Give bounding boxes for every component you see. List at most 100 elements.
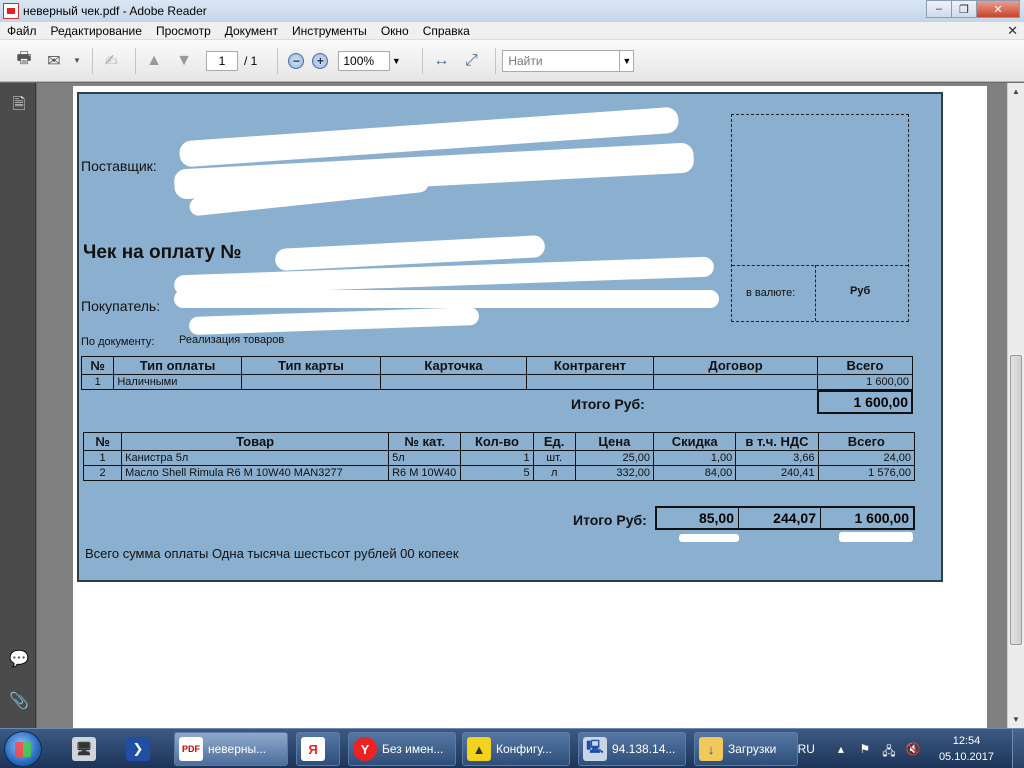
page-number-input[interactable]: 1 [206, 50, 238, 71]
previous-page-icon[interactable]: ▲ [142, 49, 166, 73]
col-header: Товар [121, 432, 390, 451]
col-header: Контрагент [525, 356, 655, 375]
table-cell: 240,41 [735, 465, 819, 481]
network-icon[interactable]: 🖧 [881, 742, 897, 758]
language-indicator[interactable]: RU [798, 742, 815, 756]
table-cell: 1 576,00 [817, 465, 916, 481]
toolbar-separator [277, 47, 279, 74]
clock[interactable]: 12:54 05.10.2017 [939, 733, 994, 765]
col-header: Договор [653, 356, 818, 375]
start-button[interactable] [4, 731, 42, 767]
zoom-in-icon[interactable]: + [312, 52, 329, 69]
currency-value: Руб [850, 285, 871, 297]
col-header: Цена [574, 432, 655, 451]
goods-totals-box: 85,00 244,07 1 600,00 [655, 506, 915, 530]
zoom-dropdown-icon[interactable]: ▼ [390, 51, 402, 71]
show-desktop-button[interactable] [1012, 729, 1024, 768]
find-dropdown-icon[interactable]: ▼ [620, 49, 635, 72]
amount-in-words: Всего сумма оплаты Одна тысяча шестьсот … [85, 546, 459, 561]
menu-file[interactable]: Файл [0, 24, 44, 38]
menu-window[interactable]: Окно [374, 24, 416, 38]
redaction-mark [679, 534, 739, 542]
share-icon[interactable]: ✉ [42, 49, 66, 73]
payment-table: № Тип оплаты Тип карты Карточка Контраге… [80, 356, 914, 390]
print-icon[interactable]: 🖶 [12, 49, 36, 73]
menu-edit[interactable]: Редактирование [44, 24, 149, 38]
pdf-app-icon [3, 3, 19, 19]
document-view[interactable]: Поставщик: Чек на оплату № Покупатель: П… [37, 83, 1007, 728]
menu-view[interactable]: Просмотр [149, 24, 218, 38]
next-page-icon[interactable]: ▼ [172, 49, 196, 73]
col-header: Всего [817, 432, 916, 451]
scroll-down-arrow-icon[interactable]: ▼ [1008, 711, 1024, 728]
scroll-up-arrow-icon[interactable]: ▲ [1008, 83, 1024, 100]
table-cell [380, 374, 527, 390]
table-cell: 5л [388, 450, 462, 466]
payment-total-label: Итого Руб: [571, 396, 645, 412]
fit-width-icon[interactable]: ↔ [429, 49, 453, 73]
find-input[interactable]: Найти [502, 49, 621, 72]
clock-time: 12:54 [952, 735, 981, 747]
table-cell: 5 [460, 465, 534, 481]
col-header: Скидка [652, 432, 737, 451]
attachments-icon[interactable]: 📎 [9, 691, 29, 713]
toolbar-separator [495, 47, 497, 74]
title-bar: неверный чек.pdf - Adobe Reader – ❐ ✕ [0, 0, 1024, 22]
zoom-out-icon[interactable]: − [288, 52, 305, 69]
document-close-icon[interactable]: ✕ [1007, 23, 1018, 39]
page-total: / 1 [244, 53, 258, 68]
table-cell [653, 374, 818, 390]
minimize-button[interactable]: – [926, 0, 952, 18]
currency-label: в валюте: [746, 287, 796, 299]
fit-page-icon[interactable]: ⤢ [459, 49, 483, 73]
pinned-app-computer[interactable]: 🖥 [68, 732, 110, 766]
pinned-app-powershell[interactable]: ❯ [122, 732, 166, 766]
col-header: Тип оплаты [113, 356, 242, 375]
total-discount: 85,00 [657, 508, 739, 528]
table-cell: Наличными [113, 374, 242, 390]
share-dropdown-icon[interactable]: ▼ [72, 49, 82, 73]
comments-icon[interactable]: 💬 [9, 649, 29, 671]
task-configurator[interactable]: ▲ Конфигу... [462, 732, 570, 766]
zoom-level-input[interactable]: 100% [338, 50, 391, 71]
tray-expand-icon[interactable]: ▴ [833, 742, 849, 756]
payment-total-value: 1 600,00 [817, 390, 913, 414]
redaction-mark [188, 306, 480, 336]
volume-muted-icon[interactable]: 🔇 [905, 742, 921, 756]
table-cell: R6 M 10W40 [388, 465, 462, 481]
clock-date: 05.10.2017 [938, 751, 994, 763]
table-cell: 1 [460, 450, 534, 466]
payment-table-header: № Тип оплаты Тип карты Карточка Контраге… [80, 356, 914, 375]
maximize-button[interactable]: ❐ [951, 0, 977, 18]
sign-icon[interactable]: ✍ [99, 49, 123, 73]
scrollbar-thumb[interactable] [1010, 355, 1022, 645]
menu-tools[interactable]: Инструменты [285, 24, 374, 38]
task-adobe-reader[interactable]: PDF неверны... [174, 732, 288, 766]
table-cell: 2 [82, 465, 123, 481]
col-header: № [80, 356, 115, 375]
close-button[interactable]: ✕ [976, 0, 1020, 18]
toolbar-separator [135, 47, 136, 74]
vertical-scrollbar[interactable]: ▲ ▼ [1007, 83, 1024, 728]
by-document-value: Реализация товаров [179, 334, 285, 346]
flag-icon[interactable]: ⚑ [857, 742, 873, 756]
task-remote-desktop[interactable]: 🖳 94.138.14... [578, 732, 686, 766]
by-document-label: По документу: [81, 336, 155, 348]
configurator-icon: ▲ [467, 737, 491, 761]
system-tray: RU ▴ ⚑ 🖧 🔇 12:54 05.10.2017 [798, 729, 1024, 768]
computer-icon: 🖥 [72, 737, 96, 761]
table-cell: 84,00 [652, 465, 737, 481]
menu-help[interactable]: Справка [416, 24, 477, 38]
task-browser-untitled[interactable]: Y Без имен... [348, 732, 456, 766]
task-downloads-folder[interactable]: ↓ Загрузки [694, 732, 798, 766]
col-header: Карточка [380, 356, 527, 375]
toolbar-separator [92, 47, 93, 74]
table-row: 1 Канистра 5л 5л 1 шт. 25,00 1,00 3,66 2… [82, 450, 916, 466]
menu-document[interactable]: Документ [218, 24, 285, 38]
table-cell [240, 374, 382, 390]
task-yandex-browser[interactable]: Я [296, 732, 340, 766]
table-cell: 1,00 [652, 450, 737, 466]
pages-panel-icon[interactable]: 🗎 [9, 93, 29, 115]
goods-total-label: Итого Руб: [573, 512, 647, 528]
menu-bar: Файл Редактирование Просмотр Документ Ин… [0, 22, 1024, 40]
